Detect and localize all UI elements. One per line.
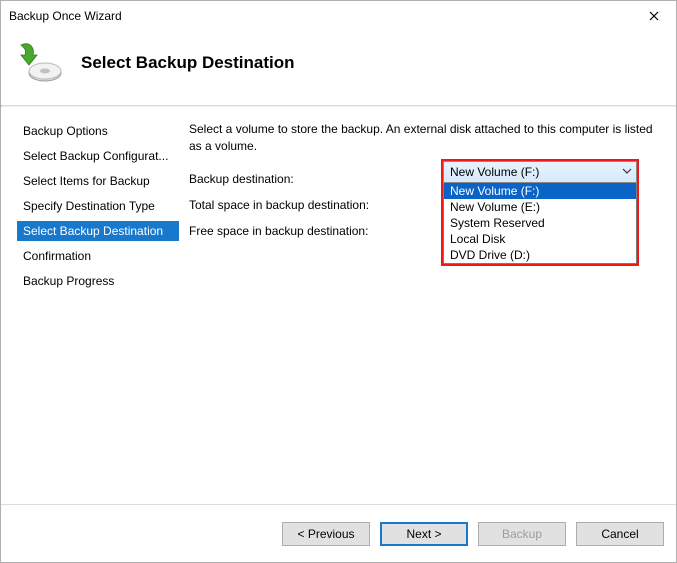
chevron-down-icon — [622, 166, 632, 176]
combo-option[interactable]: New Volume (E:) — [444, 199, 636, 215]
free-space-label: Free space in backup destination: — [189, 224, 441, 238]
page-title: Select Backup Destination — [81, 53, 295, 73]
combo-option[interactable]: System Reserved — [444, 215, 636, 231]
header: Select Backup Destination — [1, 31, 676, 105]
main-panel: Select a volume to store the backup. An … — [181, 107, 676, 504]
sidebar-item-confirmation[interactable]: Confirmation — [17, 246, 179, 266]
app-icon — [15, 39, 63, 87]
backup-destination-combo[interactable]: New Volume (F:) — [443, 161, 637, 183]
close-button[interactable] — [632, 1, 676, 31]
highlight-box: New Volume (F:) New Volume (F:) New Volu… — [441, 159, 639, 266]
sidebar-item-backup-progress[interactable]: Backup Progress — [17, 271, 179, 291]
combo-option[interactable]: Local Disk — [444, 231, 636, 247]
close-icon — [649, 11, 659, 21]
combo-dropdown-list: New Volume (F:) New Volume (E:) System R… — [443, 183, 637, 264]
sidebar-item-select-destination[interactable]: Select Backup Destination — [17, 221, 179, 241]
backup-button: Backup — [478, 522, 566, 546]
cancel-button[interactable]: Cancel — [576, 522, 664, 546]
wizard-window: Backup Once Wizard Select Backup Destina… — [0, 0, 677, 563]
combo-selected-text: New Volume (F:) — [450, 165, 539, 179]
sidebar: Backup Options Select Backup Configurat.… — [1, 107, 181, 504]
window-title: Backup Once Wizard — [9, 9, 632, 23]
backup-destination-label: Backup destination: — [189, 172, 441, 186]
footer: < Previous Next > Backup Cancel — [1, 504, 676, 562]
previous-button[interactable]: < Previous — [282, 522, 370, 546]
combo-option[interactable]: New Volume (F:) — [444, 183, 636, 199]
next-button[interactable]: Next > — [380, 522, 468, 546]
body: Backup Options Select Backup Configurat.… — [1, 107, 676, 504]
sidebar-item-destination-type[interactable]: Specify Destination Type — [17, 196, 179, 216]
sidebar-item-select-items[interactable]: Select Items for Backup — [17, 171, 179, 191]
titlebar: Backup Once Wizard — [1, 1, 676, 31]
description-text: Select a volume to store the backup. An … — [189, 121, 658, 156]
sidebar-item-backup-options[interactable]: Backup Options — [17, 121, 179, 141]
sidebar-item-select-config[interactable]: Select Backup Configurat... — [17, 146, 179, 166]
total-space-label: Total space in backup destination: — [189, 198, 441, 212]
combo-option[interactable]: DVD Drive (D:) — [444, 247, 636, 263]
